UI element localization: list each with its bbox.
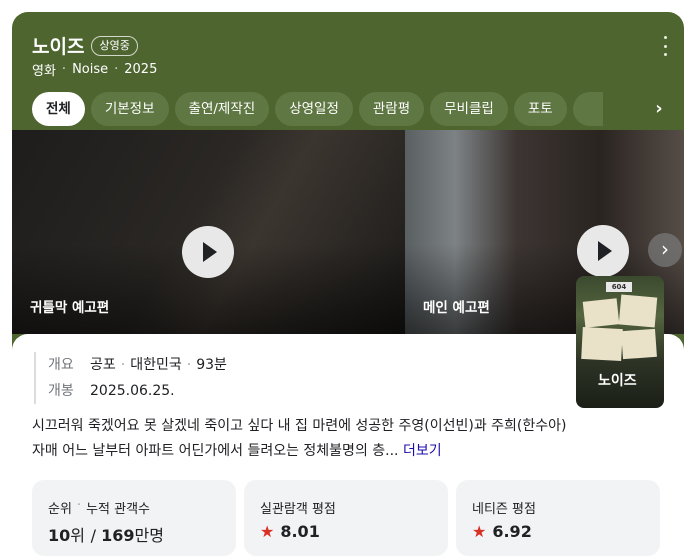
rank-value: 10 bbox=[48, 526, 71, 545]
tab-reviews[interactable]: 관람평 bbox=[358, 92, 425, 126]
release-row: 개봉 2025.06.25. bbox=[48, 378, 227, 404]
tab-overflow[interactable] bbox=[572, 92, 603, 126]
rank-unit: 위 bbox=[70, 526, 85, 545]
poster-title: 노이즈 bbox=[598, 373, 637, 389]
star-icon: ★ bbox=[472, 522, 487, 541]
audience-rating-label: 실관람객 평점 bbox=[260, 502, 336, 517]
country[interactable]: 대한민국 bbox=[130, 352, 182, 378]
meta-separator: · bbox=[61, 62, 67, 77]
movie-meta: 영화 · Noise · 2025 bbox=[32, 60, 157, 79]
carousel-next-icon[interactable]: › bbox=[648, 233, 682, 267]
genre[interactable]: 공포 bbox=[90, 352, 116, 378]
movie-poster[interactable]: 604 노이즈 bbox=[576, 276, 664, 408]
release-key: 개봉 bbox=[48, 383, 74, 399]
synopsis-text: 시끄러워 죽겠어요 못 살겠네 죽이고 싶다 내 집 마련에 성공한 주영(이선… bbox=[32, 418, 567, 459]
audience-unit: 만명 bbox=[134, 526, 164, 545]
video-thumbnail-1[interactable]: 귀틀막 예고편 bbox=[12, 130, 405, 334]
meta-year: 2025 bbox=[124, 62, 158, 77]
video-label: 귀틀막 예고편 bbox=[30, 300, 110, 316]
rank-label: 순위 bbox=[48, 502, 72, 517]
tab-movie-clips[interactable]: 무비클립 bbox=[430, 92, 508, 126]
poster-note bbox=[581, 326, 623, 362]
tab-all[interactable]: 전체 bbox=[32, 92, 85, 126]
audience-label: 누적 관객수 bbox=[86, 502, 150, 517]
status-badge: 상영중 bbox=[91, 35, 138, 56]
movie-title[interactable]: 노이즈 bbox=[32, 32, 84, 59]
chevron-right-icon[interactable]: › bbox=[634, 92, 684, 126]
tab-bar: 전체 기본정보 출연/제작진 상영일정 관람평 무비클립 포토 bbox=[32, 92, 603, 126]
stat-box-ranking[interactable]: 순위 · 누적 관객수 10위 / 169만명 bbox=[32, 480, 236, 556]
movie-card: 노이즈 상영중 영화 · Noise · 2025 전체 기본정보 출연/제작진… bbox=[12, 12, 684, 557]
more-link[interactable]: 더보기 bbox=[403, 443, 442, 459]
stats-row: 순위 · 누적 관객수 10위 / 169만명 실관람객 평점 ★ 8.01 네티… bbox=[32, 480, 668, 556]
play-icon[interactable] bbox=[577, 225, 629, 277]
tab-cast-crew[interactable]: 출연/제작진 bbox=[174, 92, 270, 126]
poster-number: 604 bbox=[606, 282, 632, 292]
stat-box-audience-rating[interactable]: 실관람객 평점 ★ 8.01 bbox=[244, 480, 448, 556]
title-row: 노이즈 상영중 bbox=[32, 32, 138, 59]
play-icon[interactable] bbox=[182, 226, 234, 278]
meta-separator: · bbox=[114, 62, 119, 77]
release-date: 2025.06.25. bbox=[90, 383, 175, 399]
netizen-rating-label: 네티즌 평점 bbox=[472, 502, 536, 517]
info-block: 개요 공포 · 대한민국 · 93분 개봉 2025.06.25. bbox=[34, 352, 227, 404]
tab-basic-info[interactable]: 기본정보 bbox=[90, 92, 169, 126]
poster-note bbox=[618, 294, 658, 328]
video-label: 메인 예고편 bbox=[423, 300, 490, 316]
overview-row: 개요 공포 · 대한민국 · 93분 bbox=[48, 352, 227, 378]
netizen-rating-value: 6.92 bbox=[492, 522, 532, 541]
audience-value: 169 bbox=[101, 526, 135, 545]
stat-box-netizen-rating[interactable]: 네티즌 평점 ★ 6.92 bbox=[456, 480, 660, 556]
tab-photos[interactable]: 포토 bbox=[513, 92, 567, 126]
tab-showtimes[interactable]: 상영일정 bbox=[275, 92, 353, 126]
runtime: 93분 bbox=[196, 357, 227, 373]
star-icon: ★ bbox=[260, 522, 275, 541]
poster-note bbox=[582, 298, 620, 328]
meta-english-title: Noise bbox=[72, 62, 109, 77]
meta-type: 영화 bbox=[32, 64, 56, 79]
more-options-icon[interactable] bbox=[660, 36, 670, 56]
poster-note bbox=[621, 328, 657, 360]
overview-key: 개요 bbox=[48, 357, 74, 373]
synopsis: 시끄러워 죽겠어요 못 살겠네 죽이고 싶다 내 집 마련에 성공한 주영(이선… bbox=[32, 414, 572, 464]
audience-rating-value: 8.01 bbox=[280, 522, 320, 541]
